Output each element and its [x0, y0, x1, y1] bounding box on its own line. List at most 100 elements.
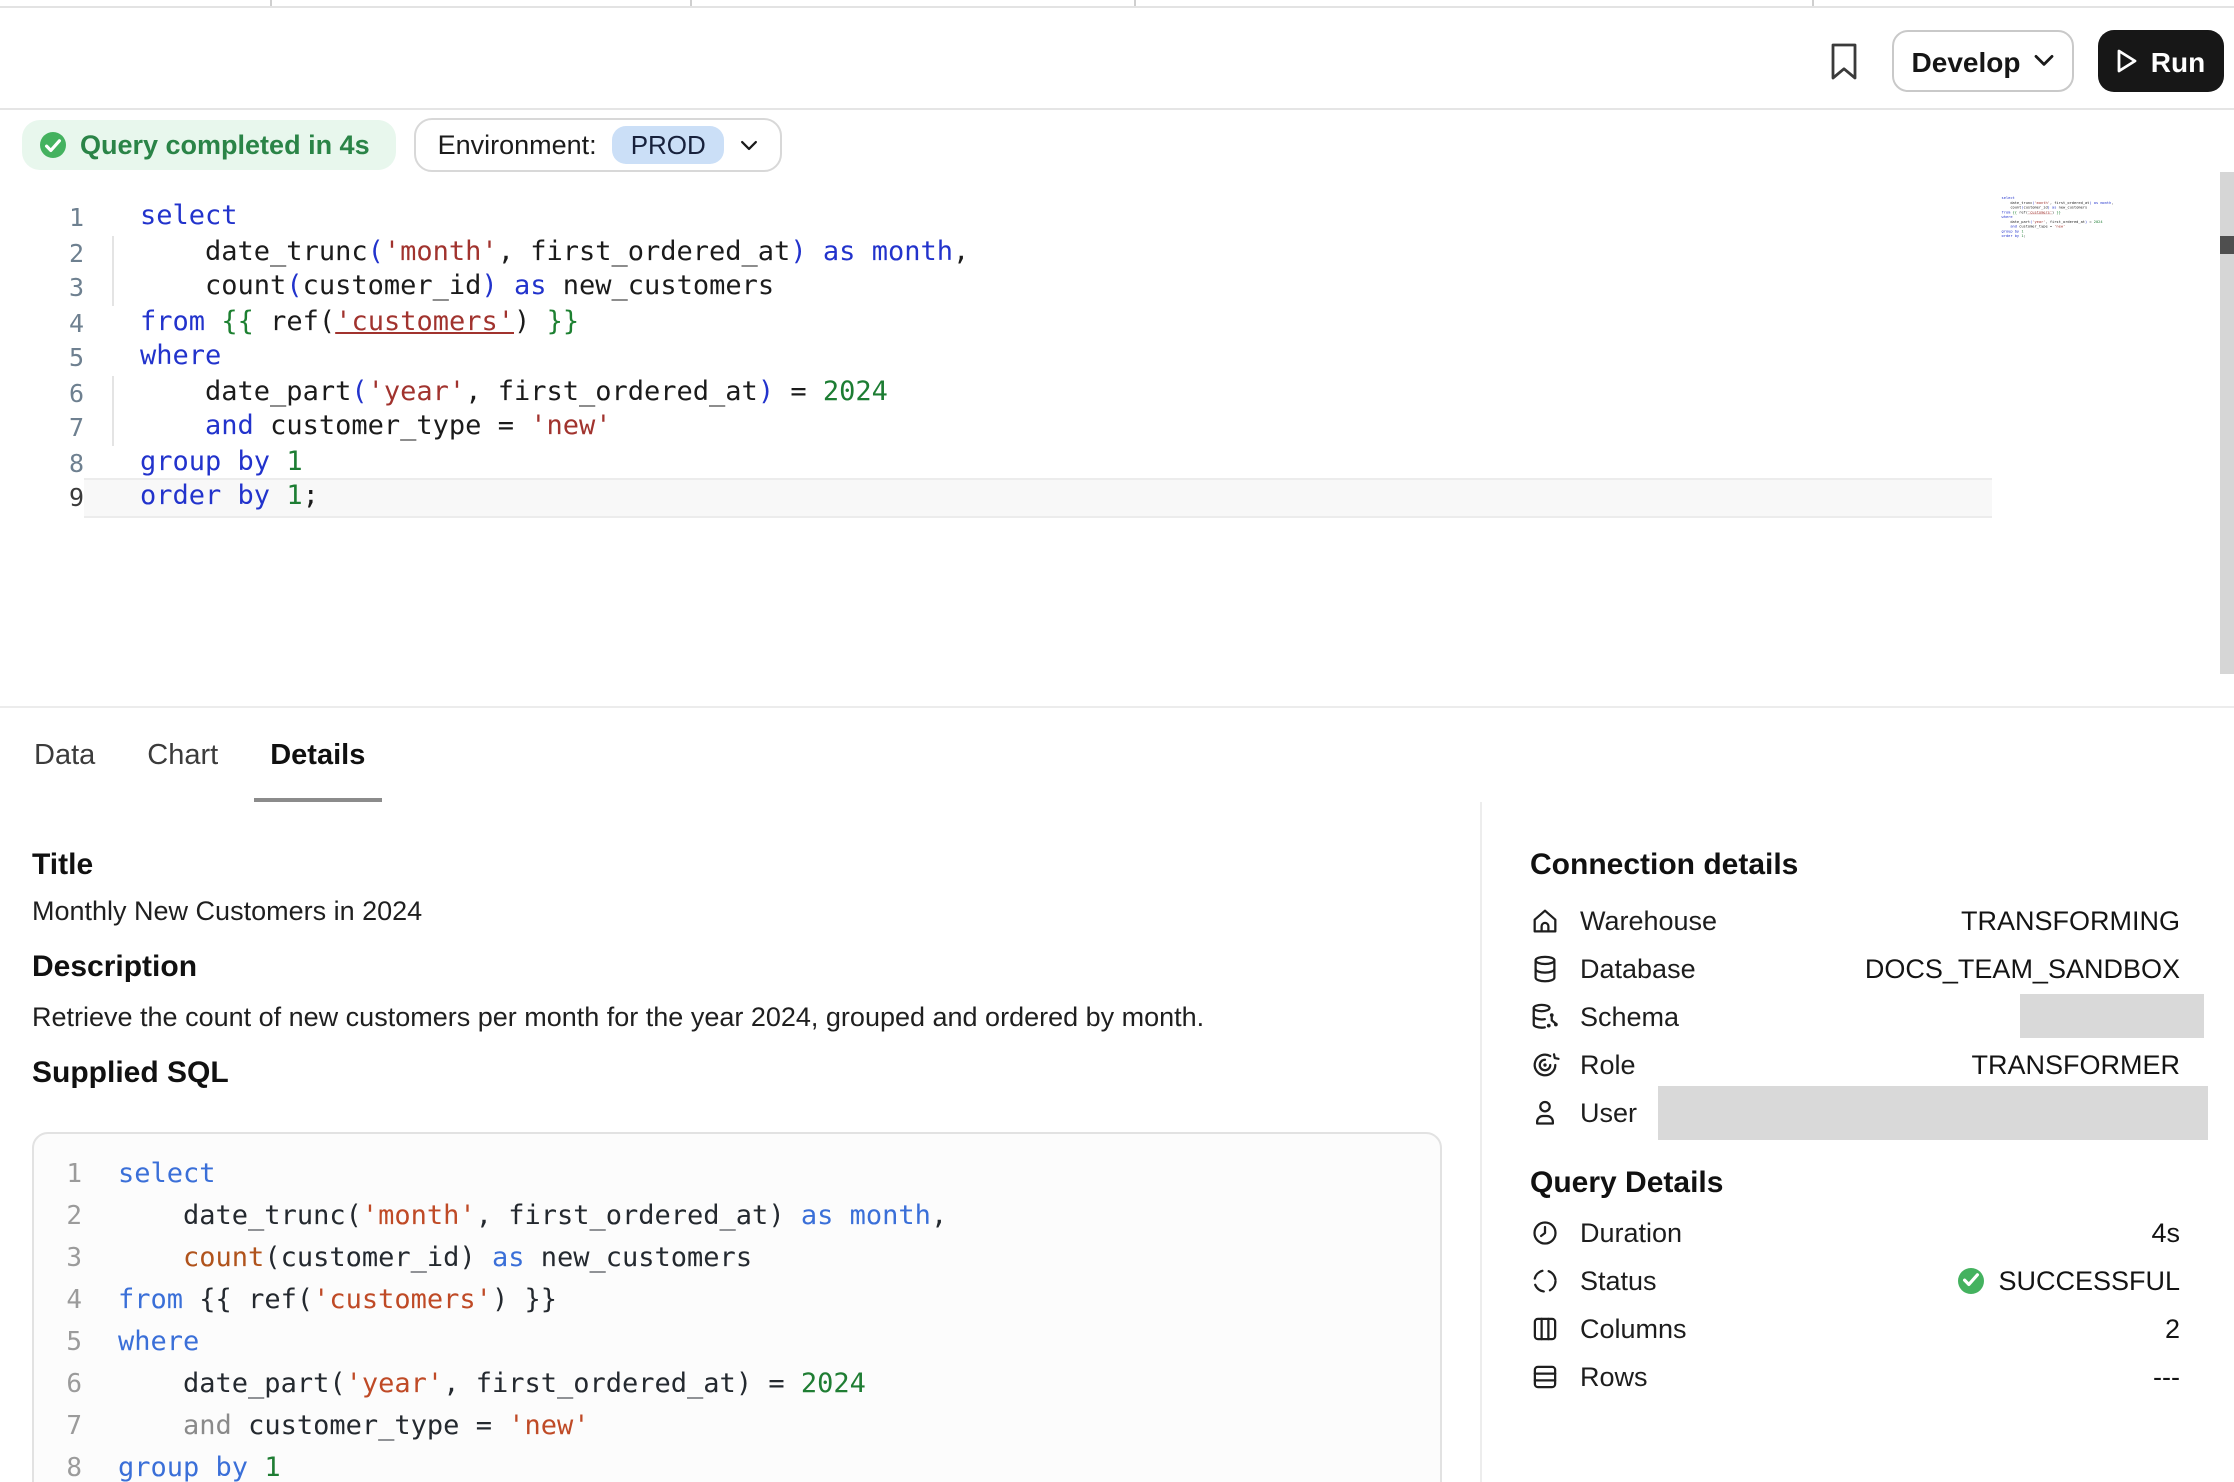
bookmark-button[interactable] [1824, 42, 1864, 90]
tab-chart[interactable]: Chart [145, 708, 220, 802]
line-number: 3 [0, 270, 84, 305]
tab-divider [1134, 0, 1136, 6]
row-label: Status [1580, 1265, 1657, 1295]
code-line: 8group by 1 [34, 1448, 1440, 1482]
line-number: 5 [34, 1322, 82, 1364]
row-value: 4s [2151, 1217, 2180, 1247]
row-value: DOCS_TEAM_SANDBOX [1865, 953, 2180, 983]
connection-details-rows: WarehouseTRANSFORMINGDatabaseDOCS_TEAM_S… [1530, 896, 2180, 1136]
indent-guide [112, 270, 114, 305]
app-window: Develop Run Query completed in 4 [0, 0, 2234, 1482]
connection-details-heading: Connection details [1530, 848, 1798, 882]
code-line: 7 and customer_type = 'new' [34, 1406, 1440, 1448]
environment-label: Environment: [438, 130, 597, 160]
tab-details-label: Details [270, 739, 365, 771]
chevron-down-icon [2034, 54, 2054, 68]
query-row-columns: Columns 2 [1530, 1304, 2180, 1352]
code-line: 6 date_part('year', first_ordered_at) = … [34, 1364, 1440, 1406]
duration-icon [1530, 1217, 1560, 1247]
details-panel: Title Monthly New Customers in 2024 Desc… [0, 802, 2234, 1482]
code-text: date_trunc('month', first_ordered_at) as… [84, 235, 1992, 270]
row-label: Columns [1580, 1313, 1687, 1343]
code-text: group by 1 [84, 445, 1992, 480]
code-line: 2 date_trunc('month', first_ordered_at) … [0, 235, 1992, 270]
row-label: Schema [1580, 1001, 1679, 1031]
tab-divider [690, 0, 692, 6]
line-number: 9 [0, 480, 84, 515]
header-bar: Develop Run [0, 8, 2234, 110]
code-text: count(customer_id) as new_customers [84, 270, 1992, 305]
query-row-status: StatusSUCCESSFUL [1530, 1256, 2180, 1304]
environment-selector[interactable]: Environment: PROD [414, 118, 782, 172]
code-text: from {{ ref('customers') }} [82, 1280, 1440, 1322]
line-number: 8 [34, 1448, 82, 1482]
code-text: from {{ ref('customers') }} [84, 305, 1992, 340]
line-number: 7 [0, 410, 84, 445]
code-text: select [82, 1154, 1440, 1196]
query-details-heading: Query Details [1530, 1166, 1723, 1200]
code-text: order by 1; [84, 480, 1992, 515]
code-line: 4from {{ ref('customers') }} [34, 1280, 1440, 1322]
query-details-rows: Duration4sStatusSUCCESSFUL Columns 2 Rows --… [1530, 1208, 2180, 1400]
redacted-value-box [2020, 994, 2204, 1038]
editor-scrollbar-thumb[interactable] [2220, 236, 2234, 254]
row-value: --- [2153, 1361, 2180, 1391]
query-row-rows: Rows --- [1530, 1352, 2180, 1400]
query-status-pill: Query completed in 4s [22, 120, 396, 170]
query-row-duration: Duration4s [1530, 1208, 2180, 1256]
tab-details[interactable]: Details [268, 708, 367, 802]
schema-icon [1530, 1001, 1560, 1031]
query-status-text: Query completed in 4s [80, 130, 370, 160]
code-line: 1select [34, 1154, 1440, 1196]
line-number: 1 [0, 200, 84, 235]
develop-menu-button[interactable]: Develop [1892, 30, 2074, 92]
environment-value-chip: PROD [613, 126, 724, 164]
play-icon [2117, 48, 2139, 74]
line-number: 2 [0, 235, 84, 270]
columns-icon [1530, 1313, 1560, 1343]
line-number: 4 [0, 305, 84, 340]
editor-minimap[interactable]: select date_trunc('month', first_ordered… [1994, 196, 2114, 248]
status-icon [1530, 1265, 1560, 1295]
indent-guide [112, 375, 114, 410]
description-heading: Description [32, 950, 197, 984]
sql-code-editor[interactable]: 1select2 date_trunc('month', first_order… [0, 200, 1992, 515]
results-tabs: Data Chart Details [0, 706, 2234, 804]
row-value: 2 [2165, 1313, 2180, 1343]
connection-row-schema: Schema [1530, 992, 2180, 1040]
row-label: Warehouse [1580, 905, 1717, 935]
role-icon [1530, 1049, 1560, 1079]
line-number: 1 [34, 1154, 82, 1196]
code-line: 5where [34, 1322, 1440, 1364]
run-button[interactable]: Run [2098, 30, 2224, 92]
code-text: group by 1 [82, 1448, 1440, 1482]
supplied-sql-heading: Supplied SQL [32, 1056, 229, 1090]
code-line: 8group by 1 [0, 445, 1992, 480]
row-label: Rows [1580, 1361, 1648, 1391]
code-text: date_trunc('month', first_ordered_at) as… [82, 1196, 1440, 1238]
check-circle-icon [40, 132, 66, 158]
database-icon [1530, 953, 1560, 983]
indent-guide [112, 235, 114, 270]
code-line: 3 count(customer_id) as new_customers [34, 1238, 1440, 1280]
code-line: 5where [0, 340, 1992, 375]
minimap-code: select date_trunc('month', first_ordered… [1994, 196, 2114, 239]
line-number: 8 [0, 445, 84, 480]
title-value: Monthly New Customers in 2024 [32, 896, 422, 926]
connection-row-database: DatabaseDOCS_TEAM_SANDBOX [1530, 944, 2180, 992]
line-number: 2 [34, 1196, 82, 1238]
title-heading: Title [32, 848, 93, 882]
tab-data[interactable]: Data [32, 708, 97, 802]
line-number: 6 [0, 375, 84, 410]
code-line: 2 date_trunc('month', first_ordered_at) … [34, 1196, 1440, 1238]
warehouse-icon [1530, 905, 1560, 935]
bookmark-icon [1828, 42, 1860, 82]
tab-divider [270, 0, 272, 6]
line-number: 6 [34, 1364, 82, 1406]
code-line: order by 1; [1994, 234, 2114, 239]
code-text: select [84, 200, 1992, 235]
user-icon [1530, 1097, 1560, 1127]
line-number: 7 [34, 1406, 82, 1448]
tab-chart-label: Chart [147, 739, 218, 771]
connection-row-role: RoleTRANSFORMER [1530, 1040, 2180, 1088]
